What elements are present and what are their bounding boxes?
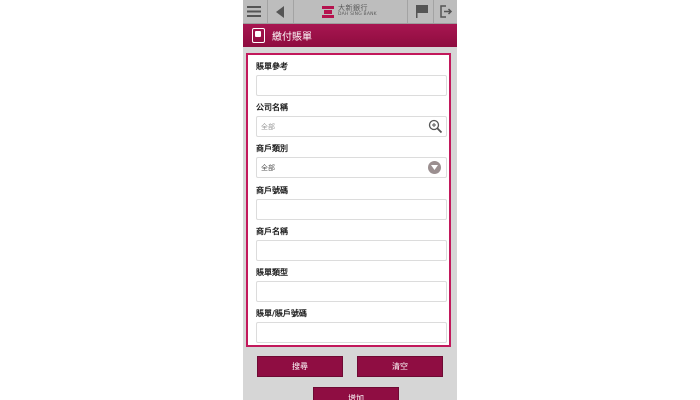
flag-icon[interactable] [411, 0, 433, 23]
bill-reference-input[interactable] [256, 75, 447, 96]
bill-account-number-input[interactable] [256, 322, 447, 343]
page-header: 繳付賬單 [243, 24, 457, 47]
back-arrow-icon[interactable] [269, 0, 291, 23]
merchant-type-select[interactable]: 全部 [256, 157, 447, 178]
app-screen: 大新銀行 DAH SING BANK 繳付賬單 賬單參考 公司名稱 全部 商戶類… [243, 0, 457, 400]
bill-search-form: 賬單參考 公司名稱 全部 商戶類別 全部 商戶號碼 商戶名稱 賬單類型 賬單/賬… [246, 53, 451, 347]
logout-icon[interactable] [435, 0, 457, 23]
top-bar: 大新銀行 DAH SING BANK [243, 0, 457, 24]
company-name-input[interactable]: 全部 [256, 116, 447, 137]
bill-phone-icon [252, 28, 265, 43]
company-name-label: 公司名稱 [256, 103, 288, 112]
company-name-placeholder: 全部 [261, 122, 275, 131]
bank-logo: 大新銀行 DAH SING BANK [321, 3, 377, 20]
merchant-type-selected: 全部 [261, 163, 275, 172]
page-title: 繳付賬單 [272, 32, 312, 43]
merchant-number-input[interactable] [256, 199, 447, 220]
hamburger-icon[interactable] [243, 0, 265, 23]
bill-type-input[interactable] [256, 281, 447, 302]
search-button[interactable]: 搜尋 [257, 356, 343, 377]
bank-name-en: DAH SING BANK [338, 12, 377, 18]
add-button[interactable]: 增加 [313, 387, 399, 400]
bank-logo-icon [322, 5, 334, 18]
bill-reference-label: 賬單參考 [256, 62, 288, 71]
clear-button[interactable]: 清空 [357, 356, 443, 377]
chevron-down-icon [428, 161, 441, 174]
merchant-type-label: 商戶類別 [256, 144, 288, 153]
bill-account-number-label: 賬單/賬戶號碼 [256, 309, 307, 318]
search-zoom-icon[interactable] [428, 119, 443, 134]
merchant-name-input[interactable] [256, 240, 447, 261]
merchant-name-label: 商戶名稱 [256, 227, 288, 236]
bill-type-label: 賬單類型 [256, 268, 288, 277]
merchant-number-label: 商戶號碼 [256, 186, 288, 195]
